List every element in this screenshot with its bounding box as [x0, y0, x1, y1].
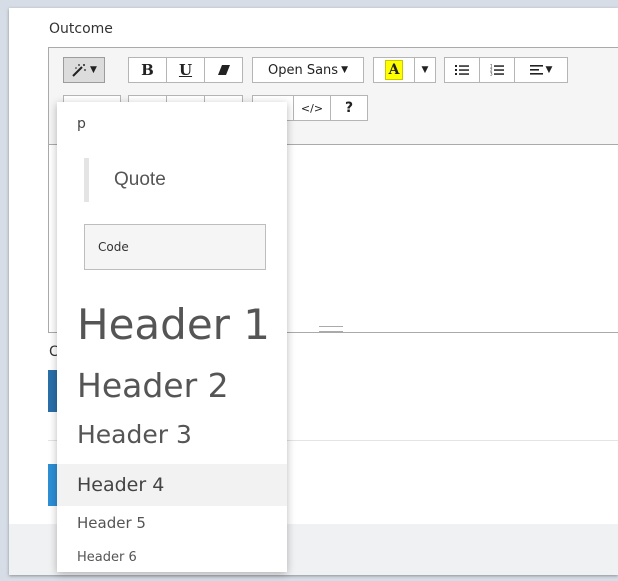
highlight-color-button[interactable]: A — [373, 57, 415, 83]
style-dropdown-button[interactable]: ▼ — [63, 57, 105, 83]
editor-resize-handle[interactable] — [319, 326, 343, 332]
magic-wand-icon — [72, 64, 86, 77]
help-icon: ? — [344, 100, 354, 116]
highlight-color-dropdown[interactable]: ▼ — [414, 57, 436, 83]
ordered-list-button[interactable]: 1 2 3 — [479, 57, 515, 83]
font-family-dropdown[interactable]: Open Sans ▼ — [252, 57, 364, 83]
numbered-list-icon: 1 2 3 — [490, 64, 504, 76]
chevron-down-icon: ▼ — [341, 65, 348, 75]
style-option-header-6[interactable]: Header 6 — [57, 550, 287, 565]
style-option-header-1[interactable]: Header 1 — [57, 300, 287, 349]
unordered-list-button[interactable] — [444, 57, 480, 83]
style-option-header-4[interactable]: Header 4 — [57, 464, 287, 506]
chevron-down-icon: ▼ — [545, 65, 553, 75]
style-option-code[interactable]: Code — [84, 224, 266, 270]
style-option-quote[interactable]: Quote — [84, 158, 264, 202]
highlight-icon: A — [385, 60, 403, 80]
form-card: Outcome ▼ B U Open Sans ▼ A ▼ 1 2 3 ▼ </… — [9, 8, 618, 575]
align-icon — [529, 65, 543, 75]
clear-format-button[interactable] — [204, 57, 243, 83]
eraser-icon — [217, 65, 230, 75]
underline-button[interactable]: U — [166, 57, 205, 83]
svg-text:3: 3 — [490, 72, 493, 77]
style-option-p[interactable]: p — [57, 116, 287, 132]
code-view-icon: </> — [300, 101, 324, 115]
bullet-list-icon — [455, 65, 469, 75]
font-name-label: Open Sans — [267, 62, 339, 78]
style-dropdown-menu: p Quote Code Header 1 Header 2 Header 3 … — [57, 102, 287, 572]
style-option-header-2[interactable]: Header 2 — [57, 366, 287, 405]
style-option-header-5[interactable]: Header 5 — [57, 514, 287, 532]
chevron-down-icon: ▼ — [90, 65, 97, 75]
paragraph-align-dropdown[interactable]: ▼ — [514, 57, 568, 83]
outcome-label: Outcome — [49, 21, 113, 37]
help-button[interactable]: ? — [330, 95, 368, 121]
code-view-button[interactable]: </> — [293, 95, 331, 121]
bold-button[interactable]: B — [128, 57, 167, 83]
style-option-header-3[interactable]: Header 3 — [57, 420, 287, 449]
chevron-down-icon: ▼ — [421, 65, 429, 75]
